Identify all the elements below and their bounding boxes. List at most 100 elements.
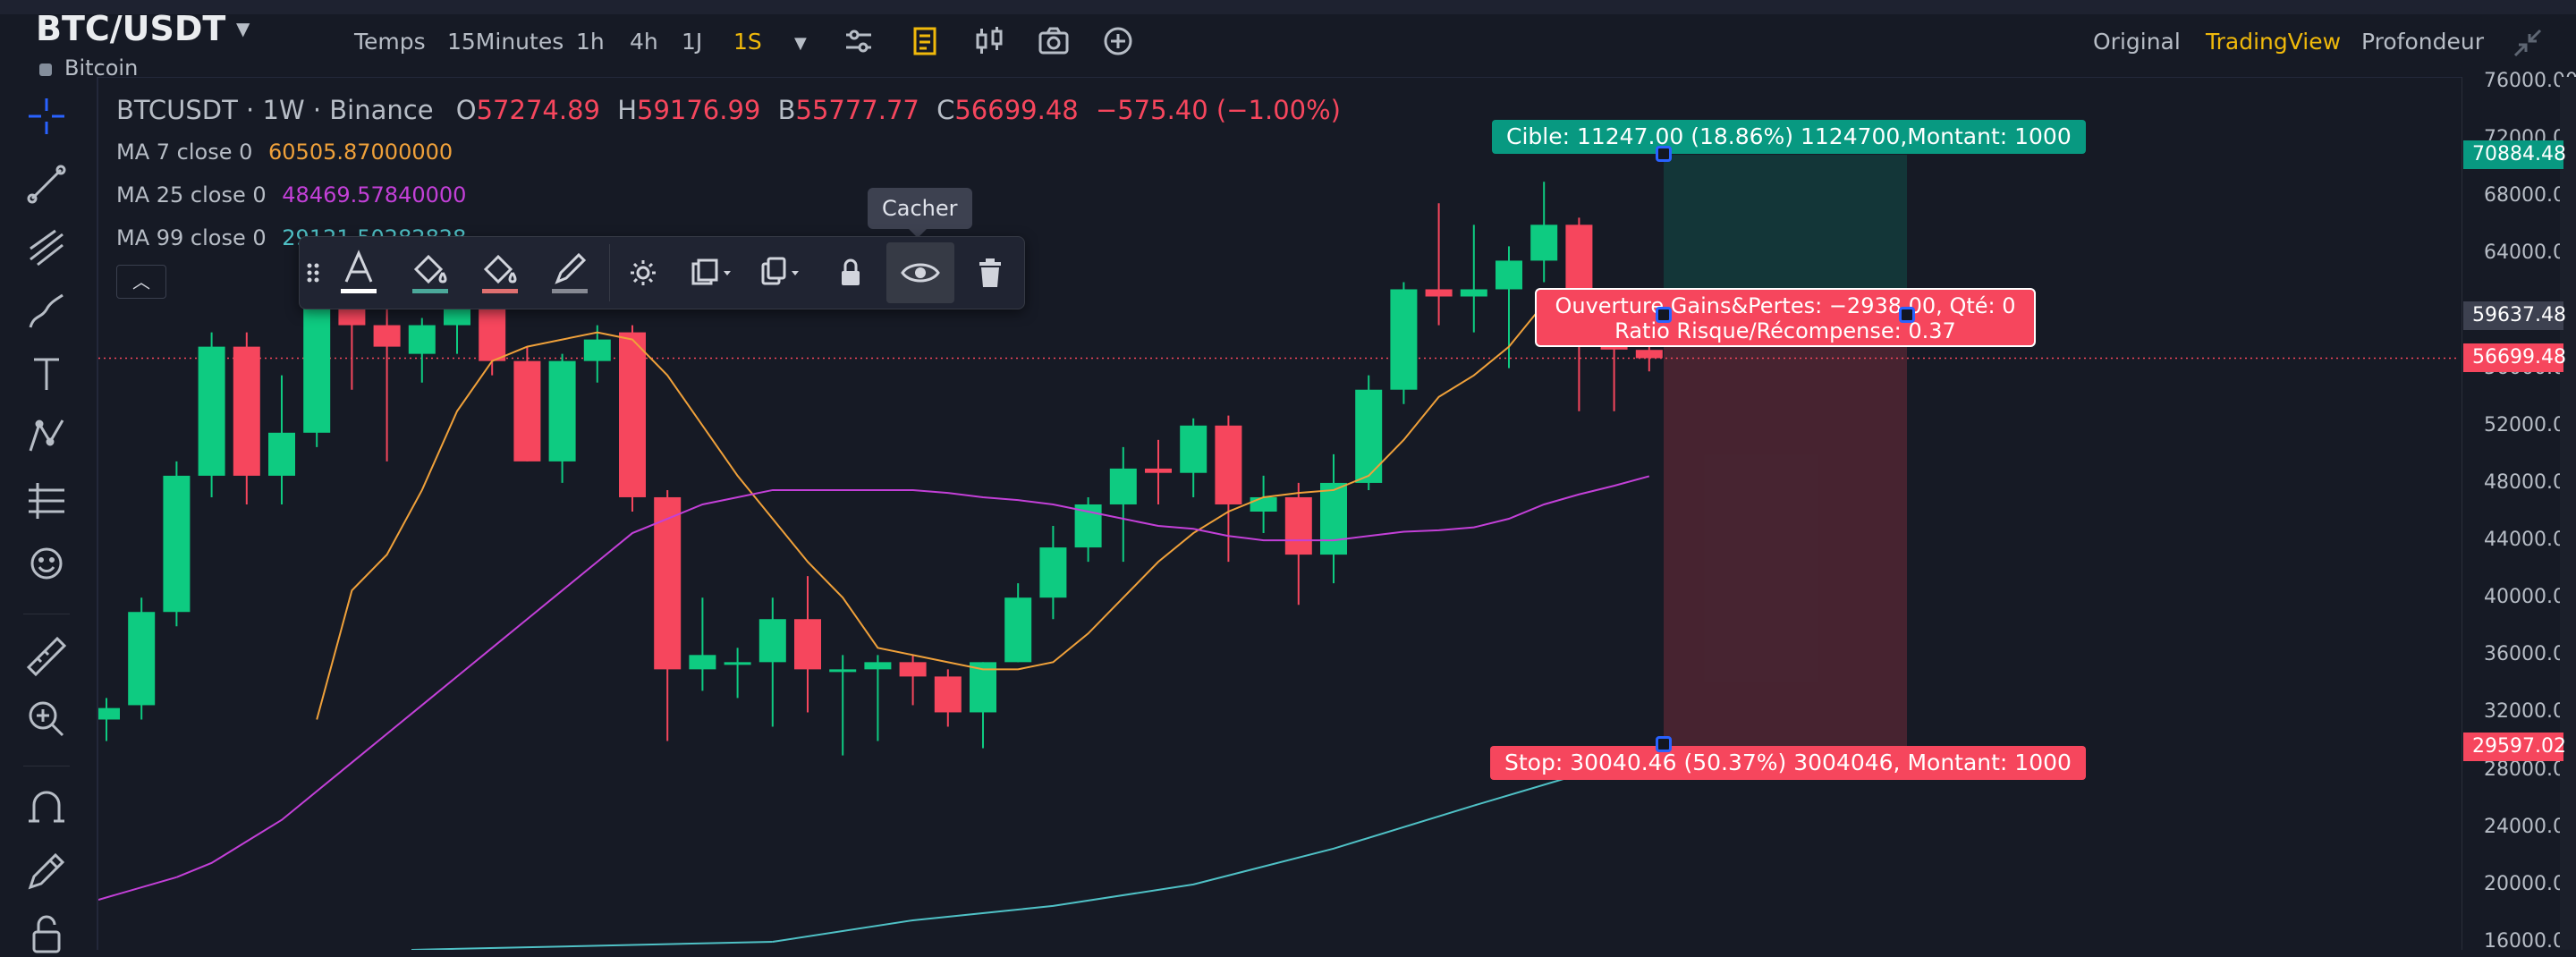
stop-handle[interactable] [1656, 736, 1672, 752]
ma25-value: 48469.57840000 [282, 182, 467, 207]
ma7-value: 60505.87000000 [268, 140, 453, 165]
candle-body [1284, 496, 1312, 555]
candle-body [794, 619, 821, 670]
chart-type-icon[interactable] [973, 25, 1005, 57]
ma7-legend[interactable]: MA 7 close 0 60505.87000000 [116, 140, 453, 165]
lock-drawings-icon[interactable] [23, 910, 70, 957]
lock-icon[interactable] [820, 242, 881, 303]
width-handle[interactable] [1899, 307, 1915, 323]
add-icon[interactable] [1102, 25, 1134, 57]
emoji-icon[interactable] [23, 540, 70, 587]
eye-icon[interactable] [890, 242, 951, 303]
camera-icon[interactable] [1038, 25, 1070, 57]
template-icon[interactable] [681, 242, 741, 303]
target-price-tag: 70884.48 [2463, 140, 2566, 170]
text-color-icon[interactable] [328, 242, 389, 303]
ma25-label: MA 25 close 0 [116, 182, 267, 207]
legend-low-label: B [777, 95, 796, 125]
candle-body [1004, 597, 1032, 663]
candle-body [1320, 482, 1347, 555]
candle-body [1600, 346, 1628, 350]
candle-body [1180, 425, 1208, 473]
entry-handle[interactable] [1656, 307, 1672, 323]
text-tool-icon[interactable] [23, 351, 70, 397]
magnet-icon[interactable] [23, 785, 70, 832]
trash-icon[interactable] [960, 242, 1021, 303]
line-color-icon[interactable] [539, 242, 600, 303]
candle-body [934, 676, 962, 713]
candle-body [1039, 547, 1067, 598]
brush-icon[interactable] [23, 288, 70, 335]
toolbar-divider [609, 244, 610, 301]
stop-price-tag: 29597.02 [2463, 732, 2566, 761]
interval-time[interactable]: Temps [354, 29, 426, 55]
tooltip: Cacher [868, 188, 972, 238]
settings-gear-icon[interactable] [613, 242, 674, 303]
ma99-line [772, 752, 1650, 943]
legend-open-label: O [455, 95, 477, 125]
candle-body [1145, 468, 1172, 473]
candle-body [1390, 289, 1418, 390]
candle-body [1530, 224, 1558, 261]
pattern-icon[interactable] [23, 413, 70, 460]
ruler-icon[interactable] [23, 633, 70, 680]
interval-4h[interactable]: 4h [630, 29, 658, 55]
chevron-up-icon: ︿ [132, 271, 150, 292]
ma99-label: MA 99 close 0 [116, 225, 267, 250]
drawing-tools-sidebar [0, 77, 98, 953]
ma7-line [316, 288, 1649, 720]
scrollbar[interactable] [2560, 77, 2576, 950]
view-depth[interactable]: Profondeur [2361, 29, 2484, 55]
stay-drawing-icon[interactable] [23, 848, 70, 894]
candle-body [1425, 289, 1453, 297]
interval-15m[interactable]: 15Minutes [447, 29, 564, 55]
candle-body [899, 662, 927, 677]
interval-1d[interactable]: 1J [682, 29, 702, 55]
legend-high: 59176.99 [637, 95, 761, 125]
loss-zone [1664, 316, 1907, 747]
candle-body [619, 332, 646, 497]
candle-body [864, 662, 892, 670]
fullscreen-icon[interactable] [2512, 27, 2544, 59]
fill-color-icon[interactable] [400, 242, 461, 303]
last-price-tag: 56699.48 [2463, 343, 2566, 373]
collapse-legend-button[interactable]: ︿ [116, 265, 166, 299]
ma25-legend[interactable]: MA 25 close 0 48469.57840000 [116, 182, 466, 207]
view-tradingview[interactable]: TradingView [2206, 29, 2341, 55]
candle-body [1355, 389, 1383, 483]
target-handle[interactable] [1656, 146, 1672, 162]
ma99-line-start [411, 941, 773, 950]
price-axis[interactable]: 76000.0072000.0068000.0064000.0060000.00… [2462, 70, 2576, 953]
pair-title[interactable]: BTC/USDT [36, 9, 225, 48]
candle-body [1109, 468, 1137, 504]
fib-icon[interactable] [23, 224, 70, 270]
candle-body [1460, 289, 1487, 297]
pair-dropdown-icon[interactable]: ▼ [236, 18, 250, 39]
legend-change: −575.40 (−1.00%) [1095, 95, 1341, 125]
price-chart[interactable] [98, 78, 2460, 950]
long-position-icon[interactable] [23, 478, 70, 524]
window-strip [0, 0, 2576, 14]
legend-close-label: C [936, 95, 955, 125]
candle-body [98, 707, 120, 720]
candle-body [1250, 496, 1277, 512]
zoom-in-icon[interactable] [23, 696, 70, 742]
legend-symbol: BTCUSDT · 1W · Binance [116, 95, 434, 125]
crosshair-icon[interactable] [23, 93, 70, 140]
ma7-label: MA 7 close 0 [116, 140, 253, 165]
trend-line-icon[interactable] [23, 161, 70, 207]
clone-icon[interactable] [750, 242, 811, 303]
candle-body [163, 475, 191, 613]
interval-more-icon[interactable]: ▼ [794, 34, 807, 53]
indicators-icon[interactable] [909, 25, 941, 57]
view-original[interactable]: Original [2093, 29, 2181, 55]
candle-body [829, 669, 857, 673]
interval-1w[interactable]: 1S [733, 29, 762, 55]
candle-body [373, 325, 401, 347]
legend-high-label: H [617, 95, 637, 125]
fill-color-stop-icon[interactable] [470, 242, 530, 303]
candle-body [198, 346, 225, 476]
interval-1h[interactable]: 1h [576, 29, 605, 55]
indicator-settings-icon[interactable] [843, 25, 875, 57]
drag-handle-icon[interactable] [300, 242, 325, 303]
